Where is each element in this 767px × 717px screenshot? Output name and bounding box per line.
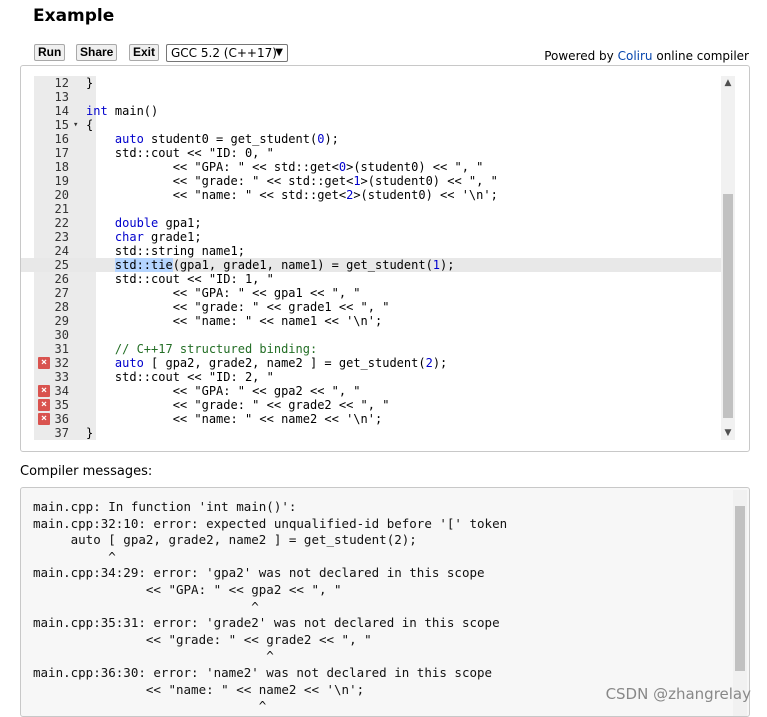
line-number: 25 — [54, 258, 69, 272]
line-number: 22 — [54, 216, 69, 230]
line-number: 27 — [54, 286, 69, 300]
code-text: double gpa1; — [114, 216, 202, 230]
code-line[interactable]: × 34 << "GPA: " << gpa2 << ", " — [21, 384, 721, 398]
line-number: 26 — [54, 272, 69, 286]
code-line[interactable]: 20 << "name: " << std::get<2>(student0) … — [21, 188, 721, 202]
code-line[interactable]: × 32 auto [ gpa2, grade2, name2 ] = get_s… — [21, 356, 721, 370]
code-text: << "GPA: " << std::get<0>(student0) << "… — [86, 160, 484, 174]
line-number: 13 — [54, 90, 69, 104]
code-line[interactable]: 33 std::cout << "ID: 2, " — [21, 370, 721, 384]
code-line[interactable]: 19 << "grade: " << std::get<1>(student0)… — [21, 174, 721, 188]
line-number: 28 — [54, 300, 69, 314]
code-line[interactable]: 31 // C++17 structured binding: — [21, 342, 721, 356]
fold-arrow-icon[interactable]: ▾ — [73, 118, 78, 132]
code-line[interactable]: 24 std::string name1; — [21, 244, 721, 258]
line-number: 21 — [54, 202, 69, 216]
code-line[interactable]: 14 int main() — [21, 104, 721, 118]
messages-scrollbar-thumb[interactable] — [735, 506, 745, 671]
code-line[interactable]: 28 << "grade: " << grade1 << ", " — [21, 300, 721, 314]
code-line[interactable]: 16 auto student0 = get_student(0); — [21, 132, 721, 146]
line-number: 32 — [54, 356, 69, 370]
line-number: 37 — [54, 426, 69, 440]
line-number: 17 — [54, 146, 69, 160]
code-text: << "grade: " << grade1 << ", " — [86, 300, 390, 314]
code-line[interactable]: 18 << "GPA: " << std::get<0>(student0) <… — [21, 160, 721, 174]
code-line[interactable]: 15 ▾ { — [21, 118, 721, 132]
code-area[interactable]: 12} 13 14 int main() 15 ▾{16 auto student0 = … — [21, 76, 721, 440]
code-text: std::tie(gpa1, grade1, name1) = get_stud… — [114, 258, 455, 272]
code-text: << "name: " << name1 << '\n'; — [86, 314, 383, 328]
code-line[interactable]: × 36 << "name: " << name2 << '\n'; — [21, 412, 721, 426]
line-number: 12 — [54, 76, 69, 90]
code-text: << "grade: " << grade2 << ", " — [86, 398, 390, 412]
line-number: 24 — [54, 244, 69, 258]
code-line[interactable]: 27 << "GPA: " << gpa1 << ", " — [21, 286, 721, 300]
editor-scrollbar-thumb[interactable] — [723, 194, 733, 418]
code-text: auto [ gpa2, grade2, name2 ] = get_stude… — [114, 356, 448, 370]
chevron-down-icon: ▼ — [275, 47, 283, 58]
code-text: } — [86, 426, 94, 440]
line-number: 20 — [54, 188, 69, 202]
line-number: 16 — [54, 132, 69, 146]
powered-by: Powered by Coliru online compiler — [544, 49, 749, 63]
code-line[interactable]: 21 — [21, 202, 721, 216]
line-number: 34 — [54, 384, 69, 398]
code-line[interactable]: 13 — [21, 90, 721, 104]
line-number: 30 — [54, 328, 69, 342]
compiler-select[interactable]: GCC 5.2 (C++17) ▼ — [166, 44, 288, 62]
compiler-messages-text: main.cpp: In function 'int main()': main… — [33, 499, 508, 714]
code-text: << "GPA: " << gpa1 << ", " — [86, 286, 361, 300]
code-line[interactable]: 30 — [21, 328, 721, 342]
code-line[interactable]: 26 std::cout << "ID: 1, " — [21, 272, 721, 286]
code-line[interactable]: 17 std::cout << "ID: 0, " — [21, 146, 721, 160]
code-editor[interactable]: 12} 13 14 int main() 15 ▾{16 auto student0 = … — [20, 65, 750, 452]
code-text: std::cout << "ID: 1, " — [86, 272, 274, 286]
messages-scrollbar[interactable] — [733, 490, 747, 716]
code-text: << "grade: " << std::get<1>(student0) <<… — [86, 174, 498, 188]
code-line[interactable]: 22 double gpa1; — [21, 216, 721, 230]
code-line[interactable]: 23 char grade1; — [21, 230, 721, 244]
powered-prefix: Powered by — [544, 49, 618, 63]
run-button[interactable]: Run — [34, 44, 66, 61]
code-line[interactable]: 25 std::tie(gpa1, grade1, name1) = get_s… — [21, 258, 721, 272]
line-number: 36 — [54, 412, 69, 426]
code-text: std::string name1; — [86, 244, 245, 258]
line-number: 33 — [54, 370, 69, 384]
scroll-down-icon[interactable]: ▼ — [721, 428, 735, 438]
scroll-up-icon[interactable]: ▲ — [721, 78, 735, 88]
line-number: 31 — [54, 342, 69, 356]
compiler-messages-label: Compiler messages: — [20, 464, 153, 479]
code-text: << "GPA: " << gpa2 << ", " — [86, 384, 361, 398]
code-text: << "name: " << name2 << '\n'; — [86, 412, 383, 426]
page-title: Example — [33, 6, 115, 26]
line-number: 19 — [54, 174, 69, 188]
code-text: auto student0 = get_student(0); — [114, 132, 339, 146]
powered-suffix: online compiler — [652, 49, 749, 63]
code-line[interactable]: 37} — [21, 426, 721, 440]
code-text: int main() — [86, 104, 159, 118]
watermark: CSDN @zhangrelay — [605, 685, 751, 703]
compiler-select-value: GCC 5.2 (C++17) — [171, 46, 277, 60]
code-line[interactable]: 12} — [21, 76, 721, 90]
compiler-messages-panel[interactable]: main.cpp: In function 'int main()': main… — [20, 487, 750, 717]
line-number: 29 — [54, 314, 69, 328]
line-number: 23 — [54, 230, 69, 244]
code-text: } — [86, 76, 94, 90]
share-button[interactable]: Share — [76, 44, 118, 61]
exit-button[interactable]: Exit — [129, 44, 160, 61]
line-number: 35 — [54, 398, 69, 412]
code-text: char grade1; — [114, 230, 202, 244]
line-number: 14 — [54, 104, 69, 118]
code-line[interactable]: × 35 << "grade: " << grade2 << ", " — [21, 398, 721, 412]
coliru-link[interactable]: Coliru — [618, 49, 653, 63]
code-text: std::cout << "ID: 0, " — [86, 146, 274, 160]
code-text: // C++17 structured binding: — [86, 342, 318, 356]
code-text: << "name: " << std::get<2>(student0) << … — [86, 188, 498, 202]
line-number: 15 — [54, 118, 69, 132]
code-line[interactable]: 29 << "name: " << name1 << '\n'; — [21, 314, 721, 328]
line-number: 18 — [54, 160, 69, 174]
code-text: std::cout << "ID: 2, " — [86, 370, 274, 384]
code-text: { — [86, 118, 94, 132]
editor-scrollbar[interactable]: ▲ ▼ — [721, 76, 735, 440]
